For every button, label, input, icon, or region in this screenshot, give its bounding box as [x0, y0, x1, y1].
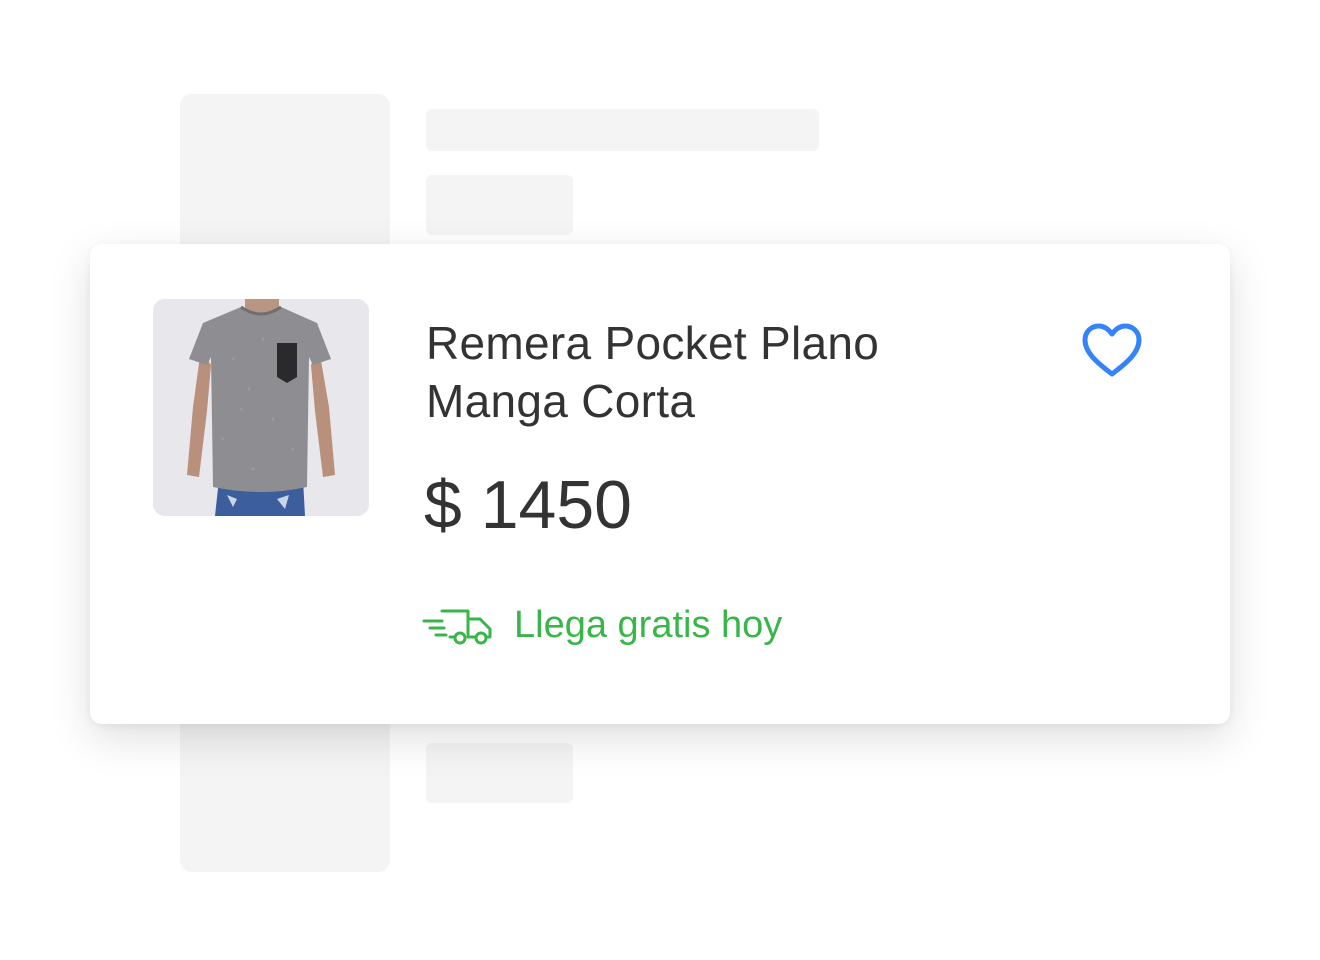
skeleton-shipping-placeholder [426, 743, 573, 803]
fast-delivery-truck-icon [422, 609, 492, 645]
tshirt-photo [153, 299, 369, 516]
product-card[interactable]: Remera Pocket Plano Manga Corta $ 1450 L… [90, 244, 1230, 724]
listing-stage: Remera Pocket Plano Manga Corta $ 1450 L… [0, 0, 1320, 960]
shipping-label: Llega gratis hoy [514, 604, 783, 646]
heart-outline-icon [1082, 323, 1142, 377]
favorite-button[interactable] [1080, 322, 1144, 380]
skeleton-price-placeholder [426, 175, 573, 235]
product-title[interactable]: Remera Pocket Plano Manga Corta [426, 314, 986, 430]
product-title-line-1: Remera Pocket Plano [426, 317, 880, 369]
product-title-line-2: Manga Corta [426, 375, 696, 427]
product-price: $ 1450 [424, 467, 632, 543]
skeleton-title-placeholder [426, 109, 819, 151]
shipping-info: Llega gratis hoy [422, 600, 782, 650]
product-image[interactable] [153, 299, 369, 516]
